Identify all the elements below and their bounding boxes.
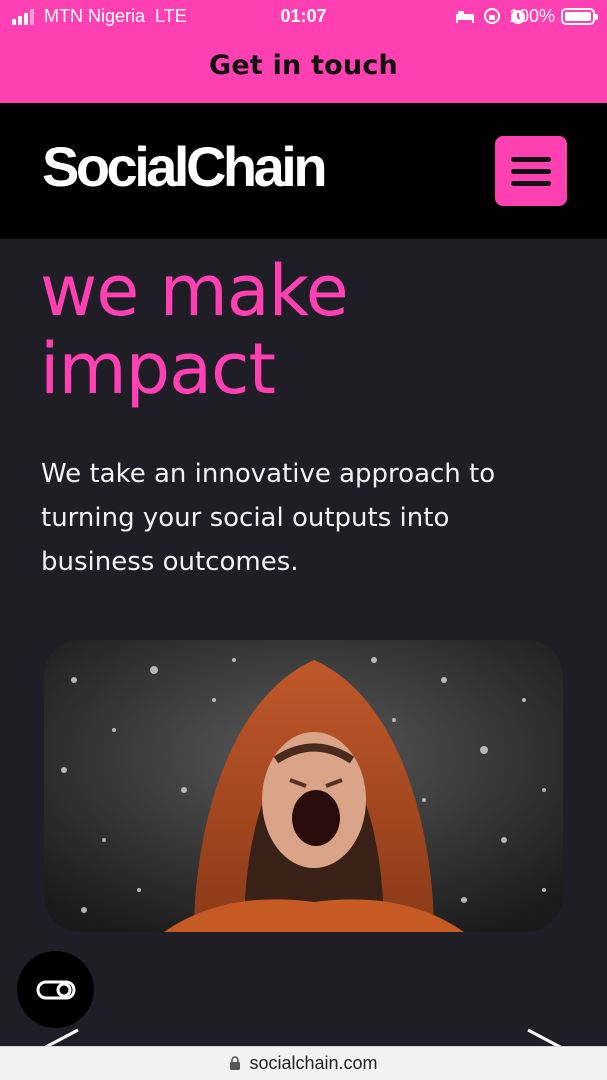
status-bar: MTN Nigeria LTE 01:07 100%	[0, 0, 607, 34]
browser-url-bar[interactable]: socialchain.com	[0, 1046, 607, 1080]
hero-image	[44, 640, 563, 932]
bed-icon	[456, 11, 474, 23]
battery-icon	[561, 8, 598, 25]
site-logo[interactable]: SocialChain	[42, 139, 328, 195]
rotation-lock-icon	[484, 8, 500, 24]
hero-description: We take an innovative approach to turnin…	[41, 459, 496, 577]
menu-button[interactable]	[495, 136, 567, 206]
hero-headline: we make impact	[40, 252, 580, 408]
url-text: socialchain.com	[249, 1053, 378, 1073]
top-band: MTN Nigeria LTE 01:07 100% Get in touch	[0, 0, 607, 103]
hamburger-menu-icon	[511, 156, 551, 162]
site-header: SocialChain	[0, 103, 607, 239]
page: MTN Nigeria LTE 01:07 100% Get in touch …	[0, 0, 607, 1080]
toggle-icon	[36, 980, 75, 999]
accessibility-toggle-button[interactable]	[17, 951, 94, 1028]
headline-line-2: impact	[40, 328, 276, 410]
get-in-touch-link[interactable]: Get in touch	[0, 50, 607, 81]
lock-icon	[230, 1056, 241, 1070]
battery-percentage: 100%	[508, 6, 555, 26]
headline-line-1: we make	[40, 250, 349, 332]
